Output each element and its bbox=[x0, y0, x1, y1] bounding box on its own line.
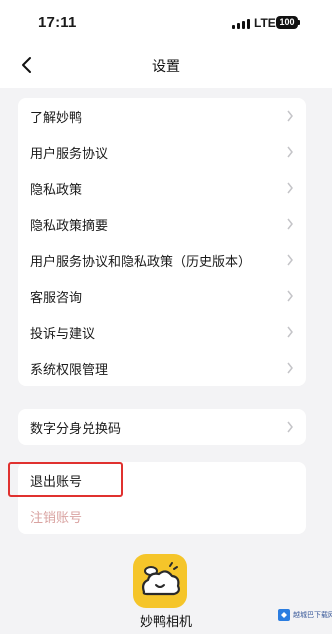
watermark: 越城巴下载网 bbox=[278, 607, 332, 623]
chevron-right-icon bbox=[287, 326, 293, 338]
settings-item-customer-service[interactable]: 客服咨询 bbox=[18, 278, 306, 314]
settings-item-feedback[interactable]: 投诉与建议 bbox=[18, 314, 306, 350]
battery-icon: 100 bbox=[276, 16, 298, 29]
nav-bar: 设置 bbox=[0, 44, 332, 88]
chevron-right-icon bbox=[287, 290, 293, 302]
status-bar: 17:11 LTE 100 bbox=[0, 0, 332, 44]
chevron-right-icon bbox=[287, 254, 293, 266]
page-title: 设置 bbox=[152, 59, 180, 75]
status-time: 17:11 bbox=[38, 14, 77, 31]
settings-item-privacy-policy[interactable]: 隐私政策 bbox=[18, 170, 306, 206]
network-label: LTE bbox=[254, 16, 276, 30]
battery-tip bbox=[298, 20, 300, 25]
duck-cloud-logo-icon bbox=[133, 554, 187, 608]
watermark-logo-icon bbox=[278, 609, 290, 621]
logout-highlight-box bbox=[8, 462, 123, 497]
chevron-right-icon bbox=[287, 362, 293, 374]
settings-item-about[interactable]: 了解妙鸭 bbox=[18, 98, 306, 134]
settings-item-redeem-code[interactable]: 数字分身兑换码 bbox=[18, 409, 306, 445]
chevron-right-icon bbox=[287, 421, 293, 433]
settings-item-label: 隐私政策 bbox=[30, 183, 83, 198]
settings-item-label: 数字分身兑换码 bbox=[30, 422, 122, 437]
settings-item-label: 了解妙鸭 bbox=[30, 111, 83, 126]
chevron-right-icon bbox=[287, 146, 293, 158]
settings-item-user-agreement[interactable]: 用户服务协议 bbox=[18, 134, 306, 170]
settings-item-label: 用户服务协议和隐私政策（历史版本） bbox=[30, 255, 252, 270]
settings-list: 了解妙鸭 用户服务协议 隐私政策 隐私政策摘要 用户服务协议和隐私政策（历史版本… bbox=[18, 98, 306, 386]
redeem-group: 数字分身兑换码 bbox=[18, 409, 306, 445]
settings-item-history-versions[interactable]: 用户服务协议和隐私政策（历史版本） bbox=[18, 242, 306, 278]
chevron-right-icon bbox=[287, 218, 293, 230]
settings-item-permissions[interactable]: 系统权限管理 bbox=[18, 350, 306, 386]
cancel-account-label: 注销账号 bbox=[30, 511, 83, 526]
settings-item-privacy-summary[interactable]: 隐私政策摘要 bbox=[18, 206, 306, 242]
chevron-right-icon bbox=[287, 110, 293, 122]
settings-item-label: 投诉与建议 bbox=[30, 327, 96, 342]
cancel-account-button[interactable]: 注销账号 bbox=[18, 498, 306, 534]
settings-item-label: 用户服务协议 bbox=[30, 147, 109, 162]
watermark-text: 越城巴下载网 bbox=[293, 611, 332, 619]
chevron-right-icon bbox=[287, 182, 293, 194]
settings-item-label: 客服咨询 bbox=[30, 291, 83, 306]
settings-item-label: 系统权限管理 bbox=[30, 363, 109, 378]
settings-item-label: 隐私政策摘要 bbox=[30, 219, 109, 234]
signal-icon bbox=[232, 19, 250, 29]
